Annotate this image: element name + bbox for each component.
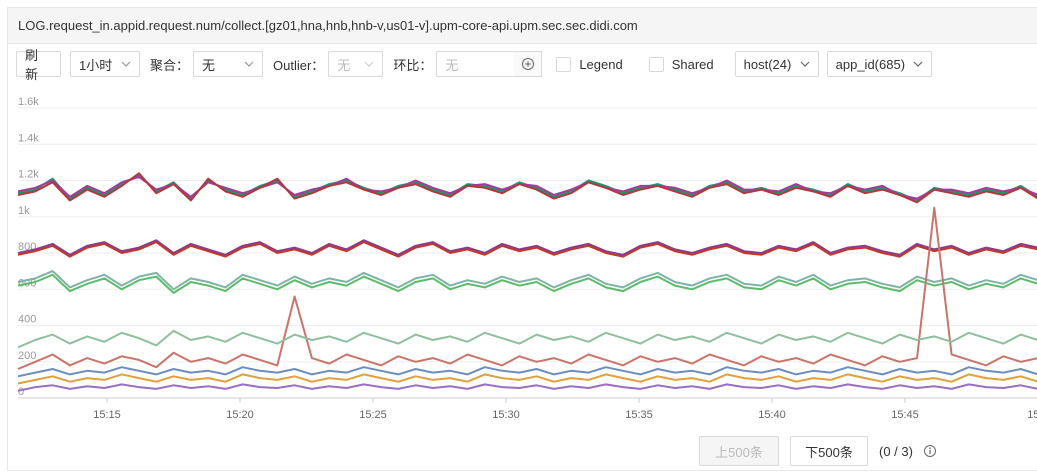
series-line[interactable] (17, 373, 1037, 385)
chevron-down-icon (913, 61, 923, 67)
shared-checkbox[interactable] (648, 56, 664, 72)
y-tick-label: 200 (18, 350, 36, 362)
x-tick-label: 15:20 (226, 409, 254, 421)
plus-circle-icon (521, 58, 534, 70)
host-select[interactable]: host(24) (734, 51, 819, 77)
aggregate-select[interactable]: 无 (193, 51, 264, 77)
host-select-value: host(24) (743, 56, 792, 72)
chart-panel: LOG.request_in.appid.request.num/collect… (7, 7, 1037, 471)
aggregate-label: 聚合： (150, 57, 190, 73)
chevron-down-icon (121, 61, 131, 67)
ring-label: 环比： (393, 57, 433, 73)
shared-label: Shared (671, 56, 714, 72)
ring-input[interactable]: 无 (436, 51, 515, 77)
x-tick-label: 15:25 (359, 409, 387, 421)
line-chart[interactable]: 02004006008001k1.2k1.4k1.6k15:15 15:20 15:… (8, 94, 1037, 434)
x-tick-label: 15:30 (492, 409, 520, 421)
y-tick-label: 0 (18, 386, 24, 398)
chevron-down-icon (364, 61, 374, 67)
legend-checkbox[interactable] (556, 56, 572, 72)
series-line[interactable] (17, 383, 1037, 392)
y-tick-label: 1.2k (18, 169, 39, 181)
y-tick-label: 1.6k (18, 96, 39, 108)
chevron-down-icon (244, 61, 254, 67)
x-tick-label: 15:15 (93, 409, 121, 421)
series-line[interactable] (17, 241, 1037, 258)
time-range-value: 1小时 (79, 57, 113, 73)
refresh-button[interactable]: 刷 新 (16, 48, 61, 82)
y-tick-label: 400 (18, 314, 36, 326)
prev-page-button[interactable]: 上500条 (699, 436, 779, 466)
series-line[interactable] (17, 270, 1037, 291)
y-tick-label: 1k (18, 205, 30, 217)
y-tick-label: 1.4k (18, 132, 39, 144)
outlier-label: Outlier： (273, 57, 325, 73)
time-range-select[interactable]: 1小时 (70, 51, 140, 77)
aggregate-value: 无 (202, 57, 216, 73)
x-tick-label: 15:35 (625, 409, 653, 421)
ring-add-button[interactable] (514, 51, 543, 77)
series-line[interactable] (17, 366, 1037, 378)
x-tick-label: 15:40 (758, 409, 786, 421)
outlier-value: 无 (337, 57, 351, 73)
appid-select-value: app_id(685) (835, 56, 906, 72)
page-info: (0 / 3) (879, 443, 913, 459)
ring-placeholder: 无 (445, 57, 459, 73)
chart-area[interactable]: 0 200 400 600 800 1k 1.2k 1.4k 1.6k 15:15 15:20 15:… (8, 94, 1037, 434)
x-tick-label: 15:45 (891, 409, 919, 421)
next-page-button[interactable]: 下500条 (790, 436, 868, 466)
series-line[interactable] (17, 329, 1037, 349)
outlier-select[interactable]: 无 (328, 51, 384, 77)
pagination: 上500条 下500条 (0 / 3) (8, 434, 1037, 468)
toolbar: 刷 新 1小时 聚合： 无 Outlier： 无 环比： 无 Legend Sh… (16, 48, 1037, 82)
info-circle-icon[interactable] (923, 444, 937, 458)
chevron-down-icon (800, 61, 810, 67)
appid-select[interactable]: app_id(685) (826, 51, 932, 77)
legend-label: Legend (579, 56, 623, 72)
x-tick-label: 15:5 (1027, 409, 1037, 421)
chart-title: LOG.request_in.appid.request.num/collect… (8, 8, 1037, 44)
